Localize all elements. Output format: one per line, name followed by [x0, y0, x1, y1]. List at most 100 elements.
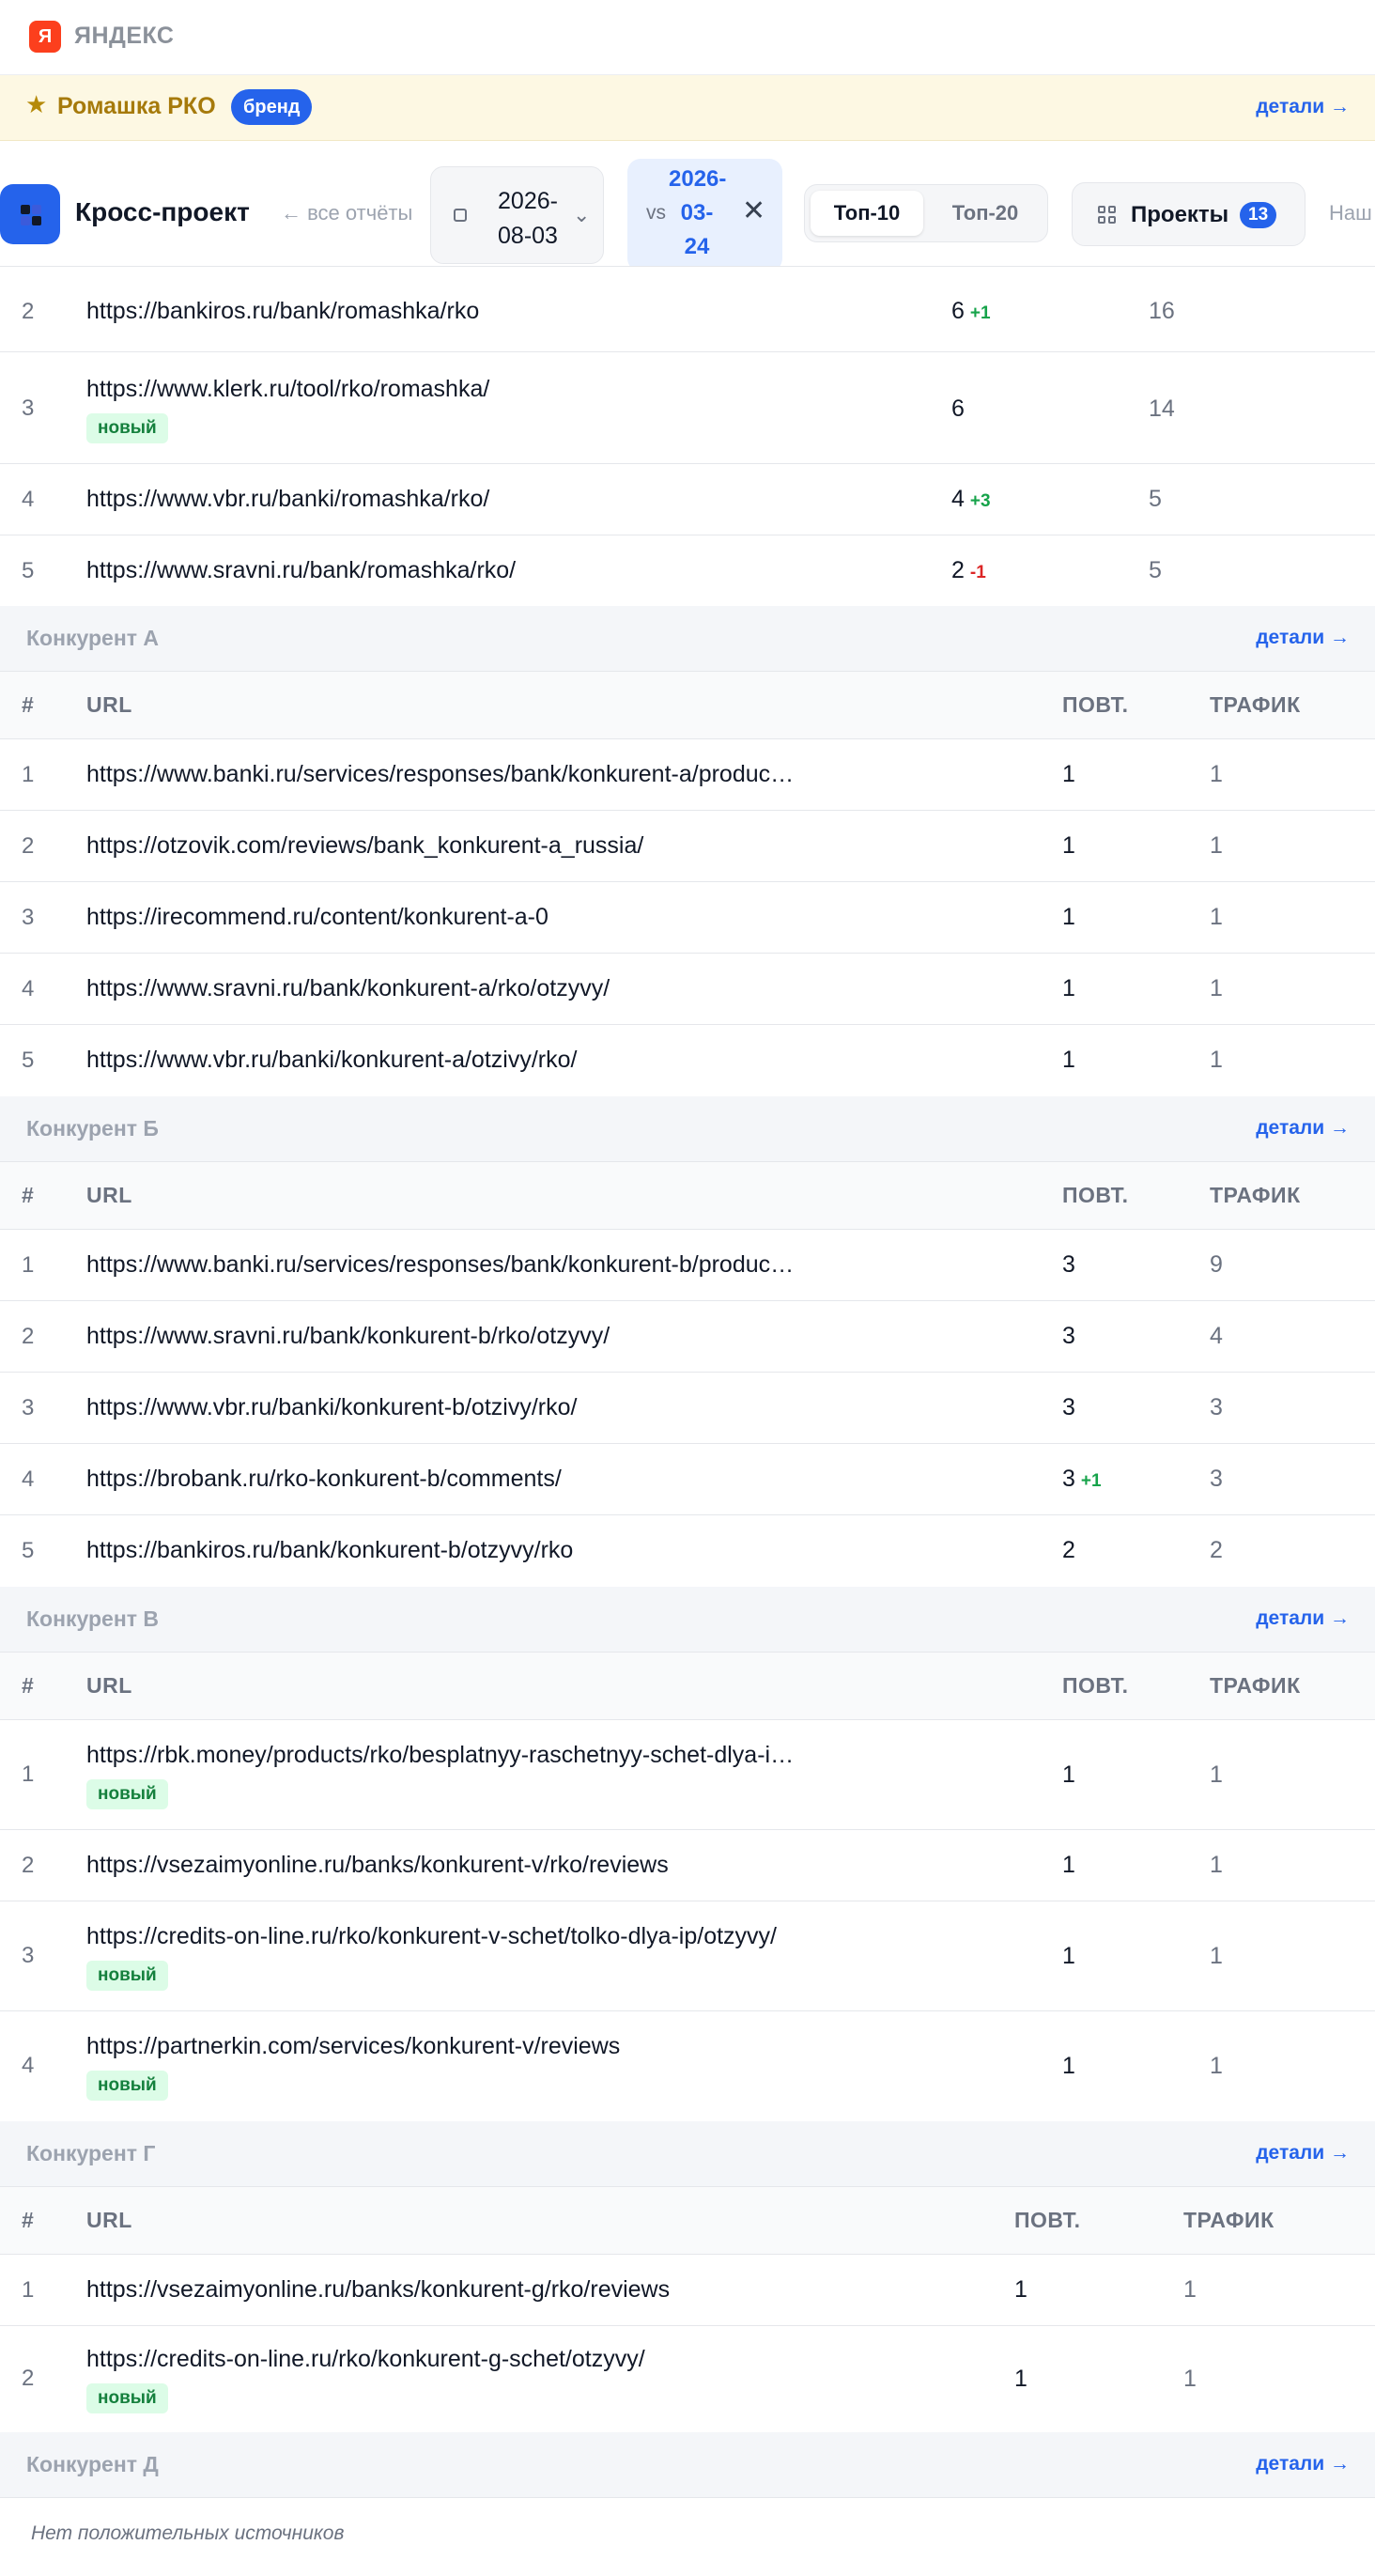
row-repeats: 1	[1062, 1852, 1075, 1878]
table-row: 5 https://www.vbr.ru/banki/konkurent-a/o…	[0, 1025, 1375, 1096]
row-number: 3	[22, 905, 35, 930]
row-repeats: 3	[1062, 1251, 1075, 1278]
col-url: URL	[86, 1183, 132, 1207]
row-traffic: 4	[1210, 1323, 1223, 1349]
row-traffic: 9	[1210, 1251, 1223, 1278]
row-url[interactable]: https://brobank.ru/rko-konkurent-b/comme…	[86, 1466, 562, 1493]
group-name: Конкурент Б	[26, 1116, 159, 1141]
row-number: 4	[22, 487, 35, 512]
compare-prefix: vs	[646, 202, 666, 224]
col-repeats[interactable]: ПОВТ.	[1062, 692, 1129, 718]
row-repeats: 1	[1062, 1943, 1075, 1969]
row-url[interactable]: https://www.sravni.ru/bank/konkurent-b/r…	[86, 1323, 610, 1350]
toolbar: Кросс-проект ← все отчёты 2026- 08-03 ⌄ v…	[0, 141, 1375, 267]
row-repeats: 2 -1	[951, 557, 986, 583]
row-url[interactable]: https://www.vbr.ru/banki/romashka/rko/	[86, 486, 489, 513]
col-repeats[interactable]: ПОВТ.	[1062, 1673, 1129, 1699]
projects-button[interactable]: Проекты 13	[1072, 182, 1305, 246]
col-repeats[interactable]: ПОВТ.	[1062, 1183, 1129, 1208]
row-traffic: 1	[1210, 2053, 1223, 2079]
row-repeats: 3 +1	[1062, 1466, 1102, 1492]
all-reports-link[interactable]: ← все отчёты	[281, 201, 412, 225]
row-url[interactable]: https://credits-on-line.ru/rko/konkurent…	[86, 1923, 777, 1950]
table-row: 2 https://www.sravni.ru/bank/konkurent-b…	[0, 1301, 1375, 1373]
row-number: 3	[22, 1943, 35, 1968]
row-number: 2	[22, 2366, 35, 2391]
row-url[interactable]: https://www.klerk.ru/tool/rko/romashka/	[86, 376, 489, 403]
close-icon[interactable]: ✕	[742, 194, 765, 227]
group-details-link[interactable]: детали →	[1256, 2453, 1350, 2475]
row-url[interactable]: https://www.vbr.ru/banki/konkurent-a/otz…	[86, 1047, 577, 1074]
new-badge: новый	[86, 2071, 168, 2101]
row-number: 1	[22, 2277, 35, 2303]
row-url[interactable]: https://www.vbr.ru/banki/konkurent-b/otz…	[86, 1394, 577, 1421]
table-row: 5 https://bankiros.ru/bank/konkurent-b/o…	[0, 1515, 1375, 1587]
date-picker[interactable]: 2026- 08-03 ⌄	[430, 166, 604, 264]
row-repeats: 4 +3	[951, 486, 991, 512]
table-header: # URL ПОВТ. ТРАФИК	[0, 672, 1375, 739]
group-name: Конкурент А	[26, 626, 159, 650]
row-repeats: 1	[1062, 1761, 1075, 1788]
group-header-competitor-g: Конкурент Г детали →	[0, 2121, 1375, 2187]
brand-name: Ромашка РКО	[57, 93, 216, 119]
row-traffic: 2	[1210, 1537, 1223, 1563]
chevron-down-icon: ⌄	[573, 203, 591, 226]
col-traffic[interactable]: ТРАФИК	[1183, 2208, 1275, 2233]
tab-top-10[interactable]: Топ-10	[811, 191, 923, 236]
delta-badge: +3	[969, 491, 991, 511]
group-details-link[interactable]: детали →	[1256, 627, 1350, 649]
group-header-competitor-a: Конкурент А детали →	[0, 606, 1375, 672]
row-url[interactable]: https://bankiros.ru/bank/romashka/rko	[86, 298, 479, 325]
row-url[interactable]: https://vsezaimyonline.ru/banks/konkuren…	[86, 2276, 670, 2304]
row-number: 5	[22, 1047, 35, 1073]
table-row: 5 https://www.sravni.ru/bank/romashka/rk…	[0, 535, 1375, 606]
row-repeats: 1	[1062, 904, 1075, 930]
row-url[interactable]: https://www.sravni.ru/bank/konkurent-a/r…	[86, 975, 610, 1002]
row-number: 5	[22, 1538, 35, 1563]
group-details-link[interactable]: детали →	[1256, 1117, 1350, 1140]
row-url[interactable]: https://rbk.money/products/rko/besplatny…	[86, 1742, 794, 1769]
row-repeats: 6	[951, 396, 965, 422]
table-row: 2 https://vsezaimyonline.ru/banks/konkur…	[0, 1830, 1375, 1901]
row-traffic: 3	[1210, 1466, 1223, 1492]
row-url[interactable]: https://partnerkin.com/services/konkuren…	[86, 2033, 620, 2060]
row-url[interactable]: https://bankiros.ru/bank/konkurent-b/otz…	[86, 1537, 573, 1564]
row-traffic: 14	[1149, 396, 1175, 422]
tab-our[interactable]: Наш	[1329, 201, 1372, 225]
new-badge: новый	[86, 1961, 168, 1991]
row-number: 2	[22, 833, 35, 859]
col-repeats[interactable]: ПОВТ.	[1014, 2208, 1081, 2233]
table-row: 2 https://bankiros.ru/bank/romashka/rko …	[0, 267, 1375, 352]
row-repeats: 1	[1062, 1047, 1075, 1073]
projects-count-badge: 13	[1240, 202, 1277, 228]
compare-date-chip[interactable]: vs 2026- 03- 24 ✕	[627, 159, 782, 266]
col-num: #	[22, 692, 35, 717]
col-traffic[interactable]: ТРАФИК	[1210, 1673, 1301, 1699]
row-url[interactable]: https://credits-on-line.ru/rko/konkurent…	[86, 2346, 645, 2373]
table-row: 1 https://rbk.money/products/rko/besplat…	[0, 1720, 1375, 1830]
group-details-link[interactable]: детали →	[1256, 1607, 1350, 1630]
row-url[interactable]: https://www.banki.ru/services/responses/…	[86, 1251, 794, 1279]
brand-details-link[interactable]: детали →	[1256, 96, 1350, 118]
row-url[interactable]: https://vsezaimyonline.ru/banks/konkuren…	[86, 1852, 669, 1879]
row-url[interactable]: https://irecommend.ru/content/konkurent-…	[86, 904, 548, 931]
table-row: 1 https://www.banki.ru/services/response…	[0, 739, 1375, 811]
row-url[interactable]: https://www.banki.ru/services/responses/…	[86, 761, 794, 788]
row-number: 5	[22, 558, 35, 583]
table-row: 1 https://www.banki.ru/services/response…	[0, 1230, 1375, 1301]
row-traffic: 5	[1149, 486, 1162, 512]
row-url[interactable]: https://otzovik.com/reviews/bank_konkure…	[86, 832, 643, 860]
group-details-link[interactable]: детали →	[1256, 2142, 1350, 2165]
row-url[interactable]: https://www.sravni.ru/bank/romashka/rko/	[86, 557, 516, 584]
col-traffic[interactable]: ТРАФИК	[1210, 692, 1301, 718]
yandex-logo-icon: Я	[29, 21, 61, 53]
compare-date-value: 2026- 03- 24	[669, 166, 727, 259]
row-repeats: 6 +1	[951, 298, 991, 324]
row-number: 4	[22, 2053, 35, 2078]
col-traffic[interactable]: ТРАФИК	[1210, 1183, 1301, 1208]
col-url: URL	[86, 2208, 132, 2232]
table-row: 3 https://irecommend.ru/content/konkuren…	[0, 882, 1375, 954]
delta-badge: +1	[969, 303, 991, 323]
tab-top-20[interactable]: Топ-20	[929, 191, 1042, 236]
col-num: #	[22, 1673, 35, 1698]
